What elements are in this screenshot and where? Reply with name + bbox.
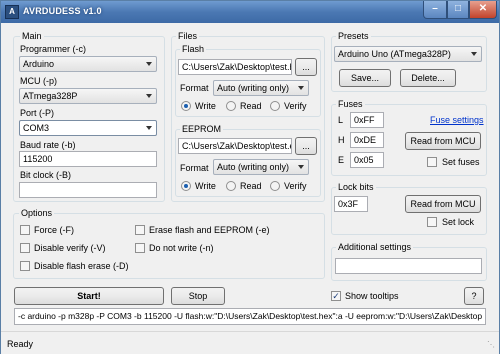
start-button[interactable]: Start! — [14, 287, 164, 305]
fuse-e-input[interactable]: 0x05 — [350, 152, 384, 168]
preset-value: Arduino Uno (ATmega328P) — [338, 49, 451, 59]
mcu-label: MCU (-p) — [20, 76, 57, 86]
flash-verify-label[interactable]: Verify — [284, 101, 307, 111]
disable-flash-erase-label[interactable]: Disable flash erase (-D) — [34, 261, 129, 271]
eeprom-verify-label[interactable]: Verify — [284, 181, 307, 191]
eeprom-verify-radio[interactable] — [270, 181, 280, 191]
stop-button[interactable]: Stop — [171, 287, 225, 305]
eeprom-file-input[interactable]: C:\Users\Zak\Desktop\test.e — [178, 138, 292, 154]
chevron-down-icon — [471, 52, 477, 56]
flash-browse-button[interactable]: ... — [295, 58, 317, 76]
fuse-e-label: E — [338, 155, 345, 165]
fuses-group-title: Fuses — [336, 99, 365, 109]
chevron-down-icon — [146, 62, 152, 66]
port-select[interactable]: COM3 — [19, 120, 157, 136]
window-title: AVRDUDESS v1.0 — [23, 6, 102, 16]
flash-format-value: Auto (writing only) — [217, 83, 290, 93]
save-preset-button[interactable]: Save... — [339, 69, 391, 87]
fuse-h-input[interactable]: 0xDE — [350, 132, 384, 148]
status-bar: Ready ⋱ — [1, 331, 499, 354]
set-lock-checkbox[interactable] — [427, 217, 437, 227]
eeprom-browse-button[interactable]: ... — [295, 137, 317, 155]
set-lock-label[interactable]: Set lock — [442, 217, 474, 227]
resize-grip-icon[interactable]: ⋱ — [487, 340, 495, 349]
flash-write-label[interactable]: Write — [195, 101, 216, 111]
programmer-select[interactable]: Arduino — [19, 56, 157, 72]
disable-flash-erase-checkbox[interactable] — [20, 261, 30, 271]
main-window: A AVRDUDESS v1.0 – □ ✕ Main Programmer (… — [0, 0, 500, 354]
options-group-title: Options — [19, 208, 55, 218]
flash-file-input[interactable]: C:\Users\Zak\Desktop\test.h — [178, 59, 292, 75]
fuse-l-input[interactable]: 0xFF — [350, 112, 384, 128]
fuse-h-label: H — [338, 135, 345, 145]
minimize-button[interactable]: – — [423, 1, 447, 19]
presets-group-title: Presets — [336, 31, 371, 41]
programmer-value: Arduino — [23, 59, 55, 69]
programmer-label: Programmer (-c) — [20, 44, 87, 54]
eeprom-group-title: EEPROM — [180, 124, 224, 134]
show-tooltips-label[interactable]: Show tooltips — [345, 291, 399, 301]
mcu-value: ATmega328P — [23, 91, 78, 101]
eeprom-read-radio[interactable] — [226, 181, 236, 191]
maximize-button[interactable]: □ — [447, 1, 469, 19]
eeprom-format-label: Format — [180, 163, 209, 173]
bitclock-label: Bit clock (-B) — [20, 170, 72, 180]
app-icon: A — [5, 5, 19, 19]
port-value: COM3 — [23, 123, 50, 133]
disable-verify-checkbox[interactable] — [20, 243, 30, 253]
status-text: Ready — [7, 339, 34, 349]
port-label: Port (-P) — [20, 108, 55, 118]
bitclock-input[interactable] — [19, 182, 157, 198]
eeprom-write-radio[interactable] — [181, 181, 191, 191]
erase-flash-checkbox[interactable] — [135, 225, 145, 235]
show-tooltips-checkbox[interactable]: ✓ — [331, 291, 341, 301]
fuse-settings-link[interactable]: Fuse settings — [430, 115, 484, 125]
files-group-title: Files — [176, 31, 200, 41]
preset-select[interactable]: Arduino Uno (ATmega328P) — [334, 46, 482, 62]
flash-format-select[interactable]: Auto (writing only) — [213, 80, 309, 96]
flash-format-label: Format — [180, 83, 209, 93]
help-button[interactable]: ? — [464, 287, 484, 305]
eeprom-read-label[interactable]: Read — [240, 181, 262, 191]
close-button[interactable]: ✕ — [469, 1, 497, 19]
command-line-input[interactable]: -c arduino -p m328p -P COM3 -b 115200 -U… — [14, 308, 486, 325]
lockbits-group-title: Lock bits — [336, 182, 376, 192]
set-fuses-label[interactable]: Set fuses — [442, 157, 480, 167]
lockbits-read-button[interactable]: Read from MCU — [405, 195, 481, 213]
flash-verify-radio[interactable] — [270, 101, 280, 111]
additional-settings-input[interactable] — [335, 258, 482, 274]
fuses-read-button[interactable]: Read from MCU — [405, 132, 481, 150]
flash-read-radio[interactable] — [226, 101, 236, 111]
eeprom-format-value: Auto (writing only) — [217, 162, 290, 172]
main-group-title: Main — [20, 31, 44, 41]
chevron-down-icon — [146, 126, 152, 130]
additional-settings-title: Additional settings — [336, 242, 414, 252]
do-not-write-checkbox[interactable] — [135, 243, 145, 253]
lockbits-input[interactable]: 0x3F — [334, 196, 368, 212]
fuse-l-label: L — [338, 115, 344, 125]
chevron-down-icon — [146, 94, 152, 98]
mcu-select[interactable]: ATmega328P — [19, 88, 157, 104]
force-checkbox[interactable] — [20, 225, 30, 235]
eeprom-format-select[interactable]: Auto (writing only) — [213, 159, 309, 175]
eeprom-write-label[interactable]: Write — [195, 181, 216, 191]
flash-read-label[interactable]: Read — [240, 101, 262, 111]
chevron-down-icon — [298, 165, 304, 169]
do-not-write-label[interactable]: Do not write (-n) — [149, 243, 214, 253]
chevron-down-icon — [298, 86, 304, 90]
baud-label: Baud rate (-b) — [20, 140, 76, 150]
erase-flash-label[interactable]: Erase flash and EEPROM (-e) — [149, 225, 270, 235]
baud-input[interactable]: 115200 — [19, 151, 157, 167]
force-label[interactable]: Force (-F) — [34, 225, 74, 235]
set-fuses-checkbox[interactable] — [427, 157, 437, 167]
disable-verify-label[interactable]: Disable verify (-V) — [34, 243, 106, 253]
flash-write-radio[interactable] — [181, 101, 191, 111]
flash-group-title: Flash — [180, 44, 207, 54]
delete-preset-button[interactable]: Delete... — [400, 69, 456, 87]
